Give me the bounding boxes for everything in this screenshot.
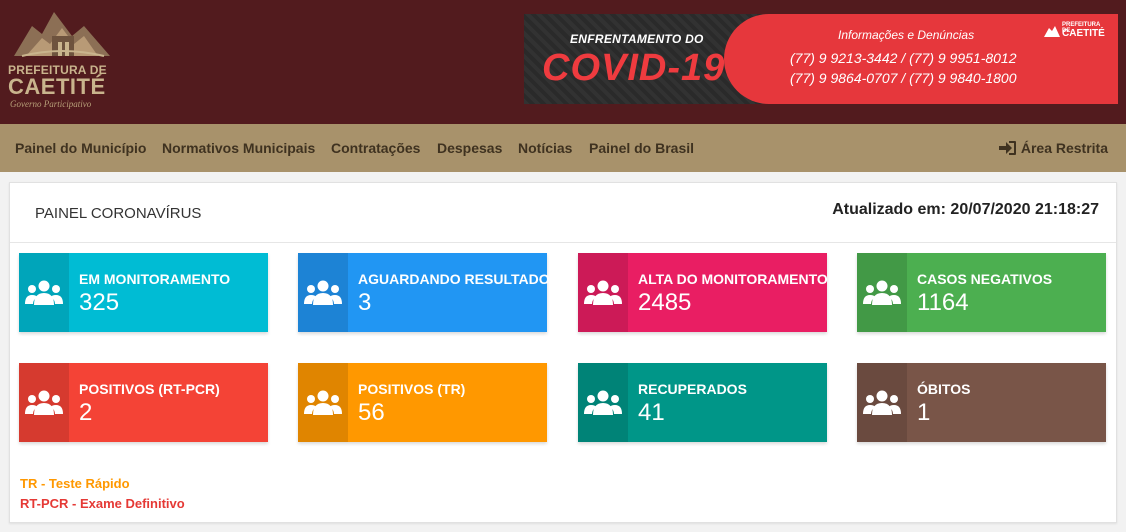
panel-header: PAINEL CORONAVÍRUS Atualizado em: 20/07/… — [10, 183, 1116, 243]
card-label: EM MONITORAMENTO — [79, 271, 231, 287]
card-label: POSITIVOS (TR) — [358, 381, 466, 397]
card-icon-box — [857, 363, 907, 442]
logo-line-2: CAETITÉ — [8, 74, 106, 99]
top-header: PREFEITURA DE CAETITÉ Governo Participat… — [0, 0, 1126, 124]
card-label: CASOS NEGATIVOS — [917, 271, 1053, 287]
banner-logo-line-2: CAETITÉ — [1062, 28, 1105, 39]
stat-card-aguardando[interactable]: AGUARDANDO RESULTADO 3 — [298, 253, 550, 332]
coronavirus-panel: PAINEL CORONAVÍRUS Atualizado em: 20/07/… — [9, 182, 1117, 523]
card-value: 325 — [79, 289, 120, 316]
card-value: 1 — [917, 399, 931, 426]
users-icon — [25, 280, 63, 305]
banner-mini-logo: PREFEITURA DE CAETITÉ — [1044, 22, 1110, 44]
restricted-area-label: Área Restrita — [1020, 140, 1108, 156]
stat-card-obitos[interactable]: ÓBITOS 1 — [857, 363, 1106, 442]
card-value: 3 — [358, 289, 372, 316]
card-icon-box — [857, 253, 907, 332]
banner-info: Informações e Denúncias — [838, 28, 975, 42]
card-label: AGUARDANDO RESULTADO — [358, 271, 550, 287]
users-icon — [25, 390, 63, 415]
nav-painel-municipio[interactable]: Painel do Município — [15, 124, 146, 172]
card-value: 1164 — [917, 289, 969, 316]
banner-logo-icon — [1044, 26, 1060, 37]
users-icon — [863, 390, 901, 415]
prefeitura-logo[interactable]: PREFEITURA DE CAETITÉ Governo Participat… — [8, 6, 112, 112]
card-label: POSITIVOS (RT-PCR) — [79, 381, 220, 397]
users-icon — [304, 280, 342, 305]
stat-card-positivos-tr[interactable]: POSITIVOS (TR) 56 — [298, 363, 547, 442]
users-icon — [863, 280, 901, 305]
card-label: ALTA DO MONITORAMENTO — [638, 271, 828, 287]
banner-phones-2: (77) 9 9864-0707 / (77) 9 9840-1800 — [790, 70, 1017, 86]
stat-card-negativos[interactable]: CASOS NEGATIVOS 1164 — [857, 253, 1106, 332]
card-value: 2 — [79, 399, 93, 426]
nav-noticias[interactable]: Notícias — [518, 124, 572, 172]
logo-tagline: Governo Participativo — [10, 99, 92, 109]
covid-banner[interactable]: ENFRENTAMENTO DO COVID-19 Informações e … — [524, 14, 1118, 104]
card-icon-box — [19, 253, 69, 332]
card-label: RECUPERADOS — [638, 381, 747, 397]
panel-title: PAINEL CORONAVÍRUS — [35, 205, 202, 222]
card-icon-box — [19, 363, 69, 442]
nav-normativos[interactable]: Normativos Municipais — [162, 124, 315, 172]
card-value: 41 — [638, 399, 665, 426]
card-value: 2485 — [638, 289, 692, 316]
stat-card-monitoramento[interactable]: EM MONITORAMENTO 325 — [19, 253, 268, 332]
nav-contratacoes[interactable]: Contratações — [331, 124, 420, 172]
card-icon-box — [298, 253, 348, 332]
legend-rtpcr: RT-PCR - Exame Definitivo — [20, 496, 185, 511]
nav-despesas[interactable]: Despesas — [437, 124, 502, 172]
stat-card-recuperados[interactable]: RECUPERADOS 41 — [578, 363, 827, 442]
nav-painel-brasil[interactable]: Painel do Brasil — [589, 124, 694, 172]
banner-headline: COVID-19 — [542, 47, 726, 89]
restricted-area-link[interactable]: Área Restrita — [998, 124, 1108, 172]
card-value: 56 — [358, 399, 385, 426]
users-icon — [304, 390, 342, 415]
stat-card-alta[interactable]: ALTA DO MONITORAMENTO 2485 — [578, 253, 828, 332]
card-label: ÓBITOS — [917, 381, 971, 397]
logo-emblem-icon — [14, 12, 110, 57]
card-icon-box — [578, 363, 628, 442]
card-icon-box — [578, 253, 628, 332]
users-icon — [584, 390, 622, 415]
users-icon — [584, 280, 622, 305]
banner-phones-1: (77) 9 9213-3442 / (77) 9 9951-8012 — [790, 50, 1017, 66]
stat-card-positivos-rtpcr[interactable]: POSITIVOS (RT-PCR) 2 — [19, 363, 268, 442]
banner-kicker: ENFRENTAMENTO DO — [570, 32, 704, 46]
legend-tr: TR - Teste Rápido — [20, 476, 130, 491]
card-icon-box — [298, 363, 348, 442]
main-nav: Painel do Município Normativos Municipai… — [0, 124, 1126, 172]
sign-in-icon — [998, 141, 1016, 155]
last-updated: Atualizado em: 20/07/2020 21:18:27 — [832, 201, 1099, 218]
